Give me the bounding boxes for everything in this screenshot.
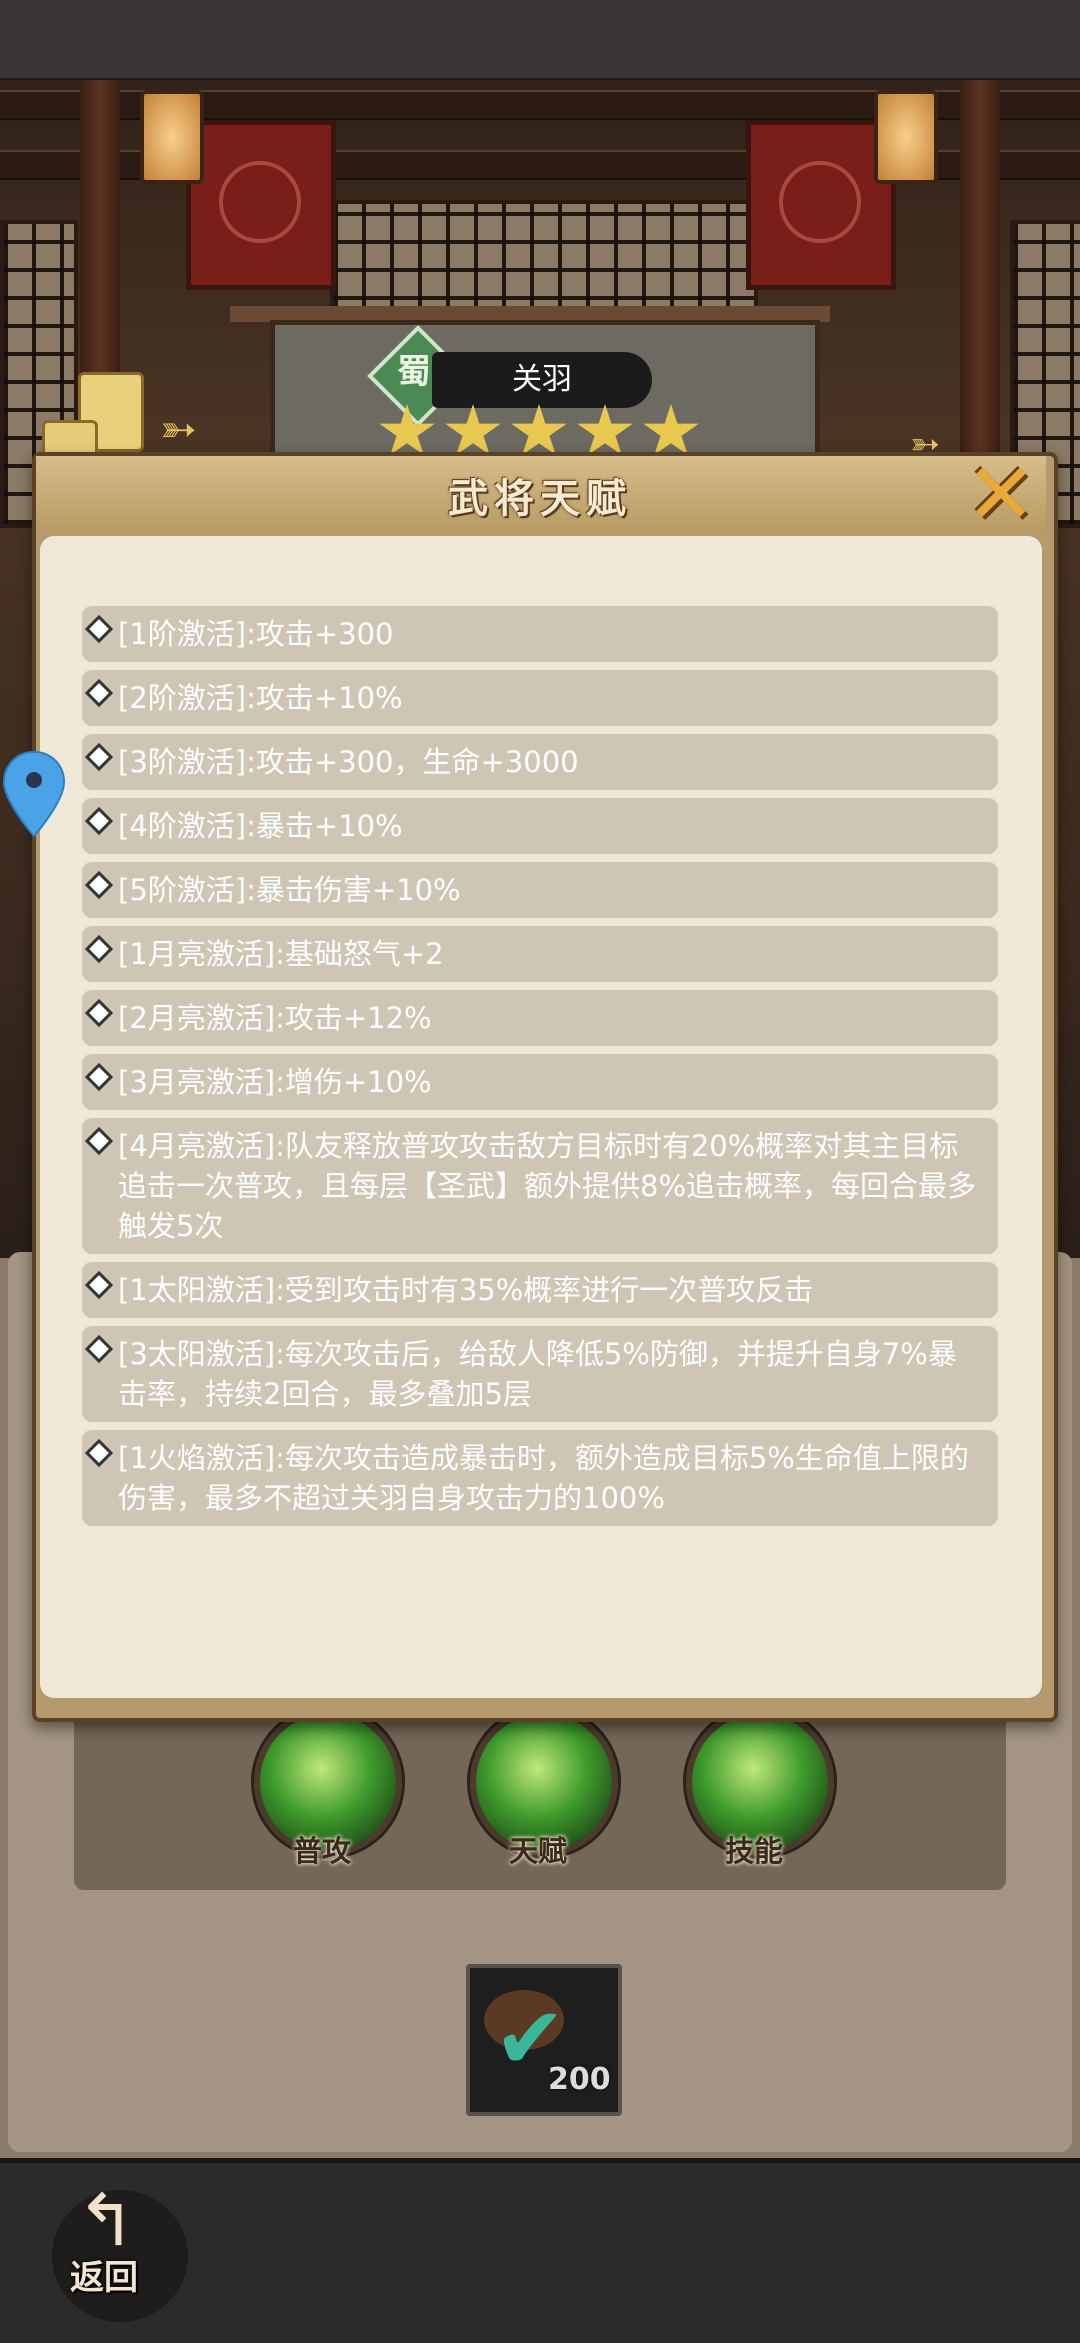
diamond-bullet-icon <box>84 934 114 964</box>
talent-text: [1月亮激活]:基础怒气+2 <box>118 937 444 971</box>
item-count: 200 <box>548 2062 611 2097</box>
back-arrow-icon: ↰ <box>76 2178 137 2262</box>
diamond-bullet-icon <box>84 1126 114 1156</box>
diamond-bullet-icon <box>84 870 114 900</box>
diamond-bullet-icon <box>84 1438 114 1468</box>
talent-row: [3月亮激活]:增伤+10% <box>82 1054 998 1110</box>
talent-dialog-title: 武将天赋 <box>448 476 632 522</box>
talent-row: [3太阳激活]:每次攻击后，给敌人降低5%防御，并提升自身7%暴击率，持续2回合… <box>82 1326 998 1422</box>
talent-text: [4阶激活]:暴击+10% <box>118 809 403 843</box>
talent-text: [5阶激活]:暴击伤害+10% <box>118 873 461 907</box>
talent-text: [3阶激活]:攻击+300，生命+3000 <box>118 745 579 779</box>
talent-text: [3太阳激活]:每次攻击后，给敌人降低5%防御，并提升自身7%暴击率，持续2回合… <box>118 1337 957 1411</box>
talent-row: [3阶激活]:攻击+300，生命+3000 <box>82 734 998 790</box>
diamond-bullet-icon <box>84 1334 114 1364</box>
talent-text: [4月亮激活]:队友释放普攻攻击敌方目标时有20%概率对其主目标追击一次普攻，且… <box>118 1129 977 1243</box>
diamond-bullet-icon <box>84 806 114 836</box>
talent-row: [2阶激活]:攻击+10% <box>82 670 998 726</box>
talent-row: [1阶激活]:攻击+300 <box>82 606 998 662</box>
talent-row: [1火焰激活]:每次攻击造成暴击时，额外造成目标5%生命值上限的伤害，最多不超过… <box>82 1430 998 1526</box>
close-x-icon: ✕ <box>965 445 1037 543</box>
talent-row: [2月亮激活]:攻击+12% <box>82 990 998 1046</box>
diamond-bullet-icon <box>84 998 114 1028</box>
talent-text: [2月亮激活]:攻击+12% <box>118 1001 432 1035</box>
status-bar <box>0 0 1080 80</box>
skill-talent-label: 天赋 <box>508 1834 567 1868</box>
talent-row: [5阶激活]:暴击伤害+10% <box>82 862 998 918</box>
talent-text: [1阶激活]:攻击+300 <box>118 617 394 651</box>
diamond-bullet-icon <box>84 742 114 772</box>
back-button-label: 返回 <box>70 2258 138 2298</box>
talent-text: [2阶激活]:攻击+10% <box>118 681 403 715</box>
diamond-bullet-icon <box>84 614 114 644</box>
scroll-ornament-icon: ➳ <box>160 404 197 455</box>
talent-list[interactable]: [1阶激活]:攻击+300 [2阶激活]:攻击+10% [3阶激活]:攻击+30… <box>82 606 998 1614</box>
skill-ability-label: 技能 <box>724 1834 783 1868</box>
talent-text: [3月亮激活]:增伤+10% <box>118 1065 432 1099</box>
talent-text: [1火焰激活]:每次攻击造成暴击时，额外造成目标5%生命值上限的伤害，最多不超过… <box>118 1441 969 1515</box>
talent-row: [1太阳激活]:受到攻击时有35%概率进行一次普攻反击 <box>82 1262 998 1318</box>
talent-row: [1月亮激活]:基础怒气+2 <box>82 926 998 982</box>
scroll-ornament-icon-2: ➳ <box>910 424 941 465</box>
diamond-bullet-icon <box>84 1270 114 1300</box>
hero-name: 关羽 <box>512 362 572 397</box>
talent-text: [1太阳激活]:受到攻击时有35%概率进行一次普攻反击 <box>118 1273 814 1307</box>
diamond-bullet-icon <box>84 1062 114 1092</box>
talent-row: [4月亮激活]:队友释放普攻攻击敌方目标时有20%概率对其主目标追击一次普攻，且… <box>82 1118 998 1254</box>
diamond-bullet-icon <box>84 678 114 708</box>
talent-row: [4阶激活]:暴击+10% <box>82 798 998 854</box>
location-pin-icon[interactable] <box>2 750 66 838</box>
close-button[interactable]: ✕ <box>958 452 1044 536</box>
skill-normal-attack-label: 普攻 <box>292 1834 351 1868</box>
